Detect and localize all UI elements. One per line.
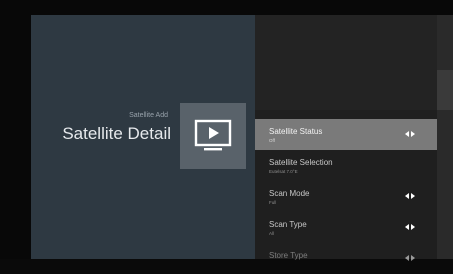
tv-card (180, 103, 246, 169)
menu-item-value: All (269, 231, 275, 236)
edge-strip-highlight (437, 70, 453, 110)
menu-item-value: Eutelsat 7.0°E (269, 169, 298, 174)
tv-play-icon (194, 119, 232, 151)
menu-item-scan-type[interactable]: Scan Type All (255, 212, 437, 243)
menu-item-label: Satellite Status (269, 127, 323, 136)
menu-item-value: Off (269, 138, 275, 143)
left-right-arrows-icon[interactable] (405, 224, 415, 230)
menu-item-label: Scan Mode (269, 189, 310, 198)
menu-item-label: Satellite Selection (269, 158, 333, 167)
left-right-arrows-icon[interactable] (405, 193, 415, 199)
menu-item-value: Full (269, 200, 277, 205)
menu-item-label: Scan Type (269, 220, 307, 229)
edge-strip (437, 15, 453, 259)
menu-item-scan-mode[interactable]: Scan Mode Full (255, 181, 437, 212)
menu-item-satellite-status[interactable]: Satellite Status Off (255, 119, 437, 150)
menu-item-satellite-selection[interactable]: Satellite Selection Eutelsat 7.0°E (255, 150, 437, 181)
left-right-arrows-icon[interactable] (405, 131, 415, 137)
breadcrumb: Satellite Add (129, 112, 168, 119)
settings-panel-header-band (255, 15, 437, 110)
left-right-arrows-icon[interactable] (405, 255, 415, 261)
page-title: Satellite Detail (62, 124, 171, 143)
settings-menu: Satellite Status Off Satellite Selection… (255, 119, 437, 274)
